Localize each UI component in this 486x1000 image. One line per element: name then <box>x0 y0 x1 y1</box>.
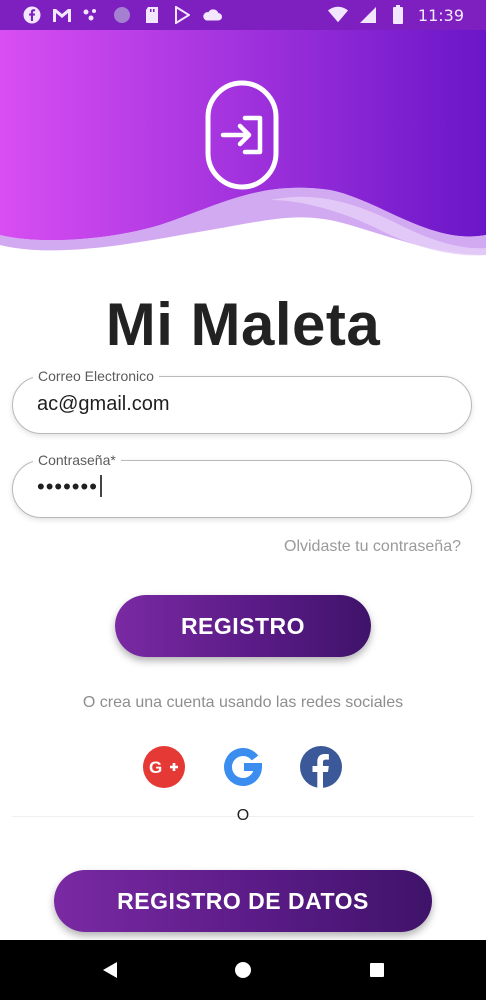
sd-card-icon <box>142 5 162 25</box>
recents-icon[interactable] <box>367 960 387 980</box>
register-button[interactable]: REGISTRO <box>115 595 371 657</box>
email-input[interactable] <box>37 393 437 416</box>
password-field[interactable]: Contraseña* ••••••• <box>12 452 472 518</box>
facebook-icon <box>312 754 329 788</box>
password-label: Contraseña* <box>33 452 121 468</box>
app-dots-icon <box>82 5 102 25</box>
cloud-icon <box>202 5 222 25</box>
play-store-icon <box>172 5 192 25</box>
email-label: Correo Electronico <box>33 368 159 384</box>
forgot-password-link[interactable]: Olvidaste tu contraseña? <box>284 538 461 556</box>
signal-icon <box>358 5 378 25</box>
google-icon <box>224 748 263 786</box>
google-plus-icon: G <box>149 758 178 777</box>
wifi-icon <box>327 5 348 25</box>
back-icon[interactable] <box>100 960 120 980</box>
google-plus-button[interactable]: G <box>143 746 185 788</box>
app-title: Mi Maleta <box>105 291 381 358</box>
text-caret <box>99 475 102 497</box>
home-icon[interactable] <box>233 960 253 980</box>
circle-app-icon <box>112 5 132 25</box>
battery-icon <box>388 5 408 25</box>
password-mask: ••••••• <box>37 474 98 499</box>
data-registration-button[interactable]: REGISTRO DE DATOS <box>54 870 432 932</box>
social-signup-text: O crea una cuenta usando las redes socia… <box>82 694 404 711</box>
status-bar: 11:39 <box>0 0 486 30</box>
system-icons: 11:39 <box>327 5 486 25</box>
gmail-icon <box>52 5 72 25</box>
password-input[interactable]: ••••••• <box>37 474 102 500</box>
facebook-button[interactable] <box>300 746 342 788</box>
navigation-bar <box>0 940 486 1000</box>
header-banner <box>0 30 486 260</box>
svg-text:G: G <box>149 758 162 777</box>
google-button[interactable] <box>222 746 264 788</box>
notification-icons <box>0 5 222 25</box>
email-field[interactable]: Correo Electronico <box>12 368 472 434</box>
facebook-icon <box>22 5 42 25</box>
login-icon <box>205 80 279 190</box>
clock: 11:39 <box>417 5 464 25</box>
or-separator: O <box>236 807 250 824</box>
